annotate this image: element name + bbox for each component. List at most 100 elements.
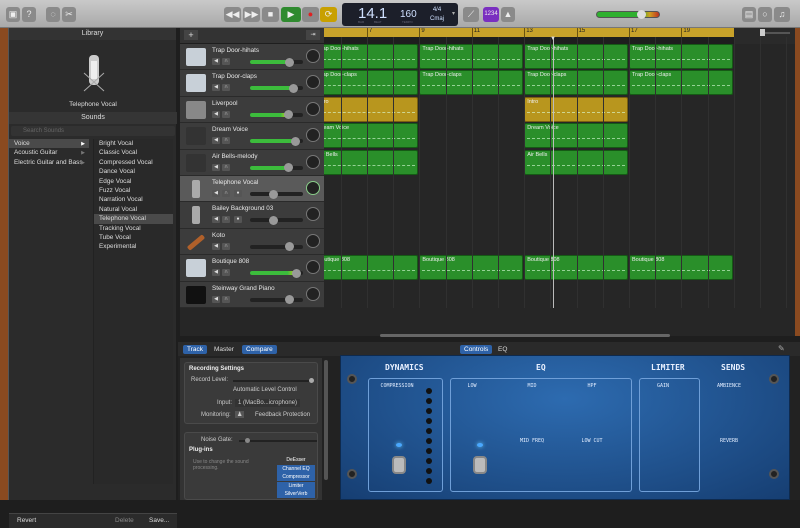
knob-mid-freq[interactable]: [514, 447, 550, 483]
info-icon[interactable]: ✎: [778, 344, 785, 353]
track-name[interactable]: Bailey Background 03: [212, 205, 273, 212]
delete-button[interactable]: Delete: [115, 517, 134, 524]
region[interactable]: Dream Voice: [324, 123, 419, 149]
feedback-protection-checkbox[interactable]: Feedback Protection: [255, 412, 310, 418]
headphones-icon[interactable]: ∩: [222, 58, 230, 65]
headphones-icon[interactable]: ∩: [222, 190, 230, 197]
track-name[interactable]: Boutique 808: [212, 258, 249, 265]
record-icon[interactable]: ●: [302, 7, 319, 22]
loop-browser-icon[interactable]: ○: [758, 7, 772, 22]
knob-hpf[interactable]: [574, 392, 610, 428]
record-enable-button[interactable]: ●: [234, 190, 242, 197]
mute-button[interactable]: ◀: [212, 137, 220, 145]
volume-thumb[interactable]: [283, 163, 293, 173]
patch-item[interactable]: Tracking Vocal: [94, 224, 173, 233]
patch-item[interactable]: Edge Vocal: [94, 177, 173, 186]
volume-thumb[interactable]: [283, 110, 293, 120]
region[interactable]: Intro: [324, 96, 419, 122]
save-button[interactable]: Save...: [149, 517, 169, 524]
notepad-icon[interactable]: ▤: [742, 7, 756, 22]
patch-item[interactable]: Tube Vocal: [94, 233, 173, 242]
headphones-icon[interactable]: ∩: [222, 84, 230, 92]
knob-reverb[interactable]: [711, 447, 747, 483]
track-name[interactable]: Dream Voice: [212, 126, 248, 133]
plugin-slot[interactable]: Limiter: [277, 481, 315, 490]
pan-knob[interactable]: [306, 286, 320, 301]
mute-button[interactable]: ◀: [212, 242, 220, 250]
master-volume-thumb[interactable]: [637, 10, 646, 19]
volume-slider[interactable]: [250, 268, 303, 278]
mute-button[interactable]: ◀: [212, 110, 220, 118]
monitoring-button[interactable]: ♟: [235, 411, 245, 418]
plugin-slot[interactable]: Channel EQ: [277, 464, 315, 473]
volume-slider[interactable]: [250, 110, 303, 120]
patch-item[interactable]: Telephone Vocal: [94, 214, 173, 224]
track-name[interactable]: Koto: [212, 232, 225, 239]
mute-button[interactable]: ◀: [212, 84, 220, 92]
track-header[interactable]: Telephone Vocal ◀ ∩ ●: [180, 176, 324, 203]
volume-thumb[interactable]: [269, 215, 279, 225]
compressor-toggle[interactable]: [392, 456, 406, 474]
track-header[interactable]: Liverpool ◀ ∩: [180, 96, 324, 124]
zoom-slider-thumb[interactable]: [760, 29, 765, 36]
noise-gate-slider[interactable]: [239, 438, 317, 443]
volume-slider[interactable]: [250, 57, 303, 67]
smart-controls-icon[interactable]: ◌: [46, 7, 60, 22]
rewind-icon[interactable]: ◀◀: [224, 7, 241, 22]
headphones-icon[interactable]: ∩: [222, 269, 230, 277]
category-item[interactable]: Acoustic Guitar: [9, 148, 89, 157]
volume-slider[interactable]: [250, 83, 303, 93]
play-icon[interactable]: ▶: [281, 7, 301, 22]
noise-gate-thumb[interactable]: [245, 438, 250, 443]
pan-knob[interactable]: [306, 128, 320, 143]
track-name[interactable]: Liverpool: [212, 100, 238, 107]
plugins-title[interactable]: Plug-ins: [189, 447, 213, 453]
volume-thumb[interactable]: [285, 242, 295, 252]
pan-knob[interactable]: [306, 207, 320, 222]
knob-compression[interactable]: [379, 392, 415, 428]
mute-button[interactable]: ◀: [212, 163, 220, 171]
timeline[interactable]: 79111315171921 Trap Door-hihatsTrap Door…: [324, 28, 795, 336]
volume-thumb[interactable]: [292, 268, 302, 278]
track-name[interactable]: Air Bells-melody: [212, 153, 258, 160]
volume-slider[interactable]: [250, 242, 303, 252]
headphones-icon[interactable]: ∩: [222, 110, 230, 118]
headphones-icon[interactable]: ∩: [222, 137, 230, 145]
patch-item[interactable]: Natural Vocal: [94, 205, 173, 214]
plugin-slot[interactable]: DeEsser: [277, 456, 315, 464]
knob-mid[interactable]: [514, 392, 550, 428]
library-icon[interactable]: ▣: [6, 7, 20, 22]
track-header[interactable]: Trap Door-hihats ◀ ∩: [180, 44, 324, 71]
tab-master[interactable]: Master: [210, 345, 238, 354]
headphones-icon[interactable]: ∩: [222, 216, 230, 224]
track-name[interactable]: Telephone Vocal: [212, 179, 258, 186]
chevron-down-icon[interactable]: ▾: [452, 10, 455, 17]
track-header[interactable]: Bailey Background 03 ◀ ∩ ●: [180, 202, 324, 229]
stop-icon[interactable]: ■: [262, 7, 279, 22]
region[interactable]: Trap Door-hihats: [324, 44, 419, 69]
volume-slider[interactable]: [250, 215, 303, 225]
add-track-button[interactable]: +: [184, 30, 198, 40]
track-name[interactable]: Steinway Grand Piano: [212, 285, 275, 292]
compare-button[interactable]: Compare: [242, 345, 277, 354]
record-level-slider[interactable]: [233, 378, 314, 383]
pan-knob[interactable]: [306, 75, 320, 90]
headphones-icon[interactable]: ∩: [222, 242, 230, 250]
tuner-icon[interactable]: ⟋: [463, 7, 479, 22]
knob-gain[interactable]: [645, 392, 681, 428]
track-header[interactable]: Air Bells-melody ◀ ∩: [180, 149, 324, 176]
tab-eq[interactable]: EQ: [494, 345, 511, 354]
record-enable-button[interactable]: ●: [234, 216, 242, 224]
volume-thumb[interactable]: [269, 189, 279, 199]
fast-forward-icon[interactable]: ▶▶: [243, 7, 260, 22]
record-level-thumb[interactable]: [309, 378, 314, 383]
settings-scrollbar[interactable]: [324, 360, 328, 480]
ruler[interactable]: 79111315171921: [324, 28, 742, 37]
track-header[interactable]: Dream Voice ◀ ∩: [180, 123, 324, 150]
media-browser-icon[interactable]: ♫: [774, 7, 790, 22]
lcd-display[interactable]: 14.1 BAR BEAT 160 TEMPO 4/4 Cmaj ▾: [342, 3, 458, 26]
pan-knob[interactable]: [306, 233, 320, 248]
help-icon[interactable]: ?: [22, 7, 36, 22]
patch-item[interactable]: Bright Vocal: [94, 139, 173, 148]
region[interactable]: Boutique 808: [324, 255, 419, 281]
